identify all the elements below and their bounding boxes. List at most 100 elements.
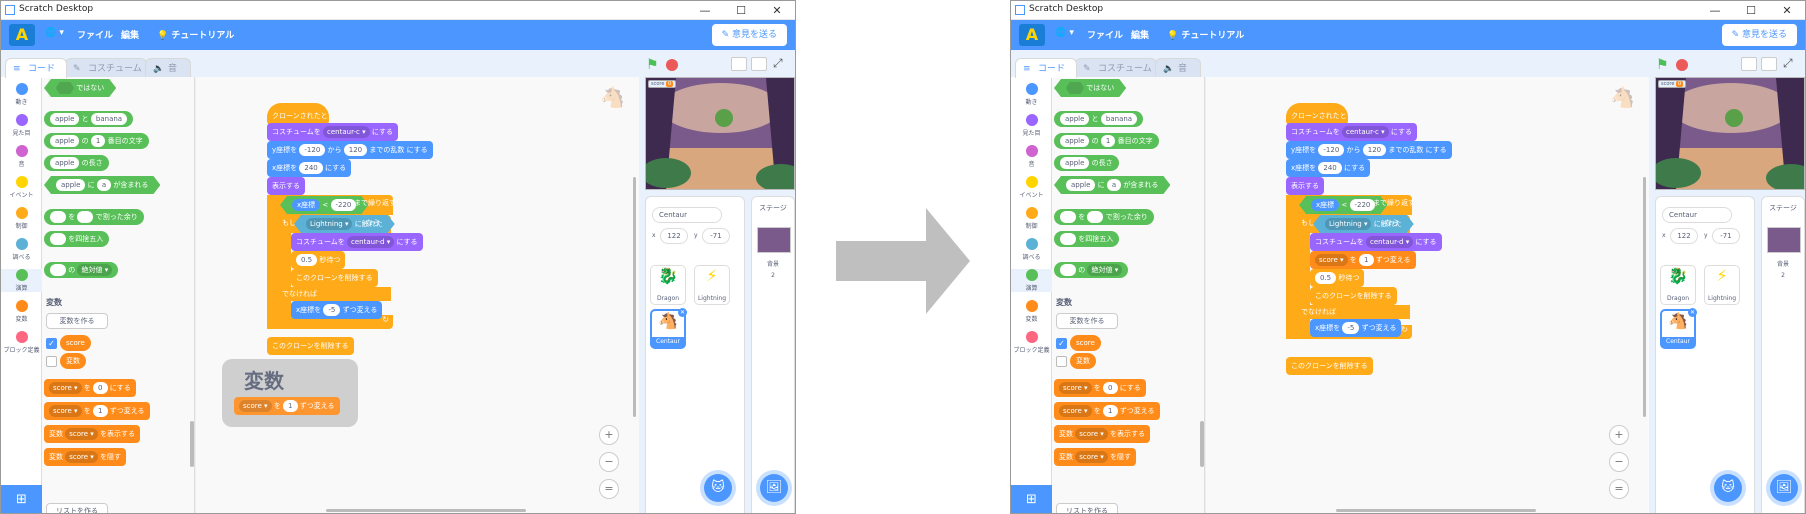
costume1-dropdown[interactable]: centaur-c ▾ [1342, 126, 1389, 138]
score-checkbox[interactable]: ✓ [46, 338, 57, 349]
set-y-random-block[interactable]: y座標を -120 から 120 までの乱数 にする [1286, 141, 1452, 159]
category-variables[interactable]: 変数 [1, 300, 42, 323]
join-arg-b[interactable]: banana [1100, 113, 1138, 125]
join-arg-a[interactable]: apple [50, 113, 80, 125]
category-motion[interactable]: 動き [1011, 83, 1052, 106]
make-list-button[interactable]: リストを作る [46, 503, 108, 513]
category-myblocks[interactable]: ブロック定義 [1, 331, 42, 354]
mod-arg-a[interactable] [1060, 211, 1076, 223]
x-value[interactable]: 240 [1318, 162, 1342, 174]
set-var-dropdown[interactable]: score ▾ [49, 382, 82, 394]
green-flag-icon[interactable]: ⚑ [646, 57, 659, 73]
sprite-thumb-centaur[interactable]: 🐴 Centaur ✕ [1660, 308, 1697, 349]
round-arg[interactable] [1060, 233, 1076, 245]
contains-block[interactable]: apple に a が含まれる [44, 176, 160, 194]
show-block[interactable]: 表示する [267, 177, 305, 195]
sprite-thumb-centaur[interactable]: 🐴 Centaur ✕ [650, 308, 687, 349]
zoom-reset-button[interactable]: = [1609, 479, 1629, 499]
delete-sprite-icon[interactable]: ✕ [1688, 308, 1697, 317]
category-myblocks[interactable]: ブロック定義 [1011, 331, 1052, 354]
set-value[interactable]: 0 [1103, 382, 1118, 394]
drag-var-dropdown[interactable]: score ▾ [239, 400, 272, 412]
set-x-block[interactable]: x座標を 240 にする [267, 159, 352, 177]
length-block[interactable]: apple の長さ [44, 155, 109, 171]
zoom-in-button[interactable]: + [1609, 425, 1629, 445]
large-stage-button[interactable] [1761, 57, 1777, 71]
costume-block-2[interactable]: コスチュームを centaur-d ▾ にする [291, 233, 423, 251]
not-block[interactable]: ではない [44, 79, 116, 97]
close-button[interactable]: ✕ [1769, 1, 1805, 20]
costume1-dropdown[interactable]: centaur-c ▾ [323, 126, 370, 138]
join-arg-b[interactable]: banana [90, 113, 128, 125]
mod-arg-a[interactable] [50, 211, 66, 223]
delete-clone-block-2[interactable]: このクローンを削除する [267, 337, 354, 355]
join-block[interactable]: apple と banana [44, 111, 134, 127]
feedback-button[interactable]: ✎ 意見を送る [1721, 24, 1797, 46]
round-block[interactable]: を四捨五入 [44, 231, 110, 247]
change-variable-block[interactable]: score ▾ を 1 ずつ変える [1054, 402, 1160, 420]
large-stage-button[interactable] [751, 57, 767, 71]
set-x-block[interactable]: x座標を 240 にする [1286, 159, 1371, 177]
tutorials-menu[interactable]: 💡 チュートリアル [157, 28, 234, 41]
backdrop-thumb[interactable] [1767, 227, 1801, 253]
choose-backdrop-button[interactable]: 🖼 [1770, 474, 1798, 502]
chg-var-dropdown[interactable]: score ▾ [1059, 405, 1092, 417]
zoom-reset-button[interactable]: = [599, 479, 619, 499]
workspace-vscroll[interactable] [633, 177, 636, 417]
set-var-dropdown[interactable]: score ▾ [1059, 382, 1092, 394]
category-control[interactable]: 制御 [1011, 207, 1052, 230]
tutorials-menu[interactable]: 💡 チュートリアル [1167, 28, 1244, 41]
abs-arg[interactable] [1060, 264, 1076, 276]
score-checkbox[interactable]: ✓ [1056, 338, 1067, 349]
hide-var-dropdown[interactable]: score ▾ [1075, 451, 1108, 463]
hensu-reporter[interactable]: 変数 [1070, 353, 1096, 369]
wait-block[interactable]: 0.5 秒待つ [1310, 269, 1365, 287]
change-x-block[interactable]: x座標を -5 ずつ変える [291, 301, 383, 319]
letter-index[interactable]: 1 [1100, 135, 1116, 147]
letter-of-block[interactable]: apple の 1 番目の文字 [44, 133, 149, 149]
tab-sounds[interactable]: 🔈 音 [1155, 58, 1201, 78]
sprite-x-input[interactable]: 122 [1670, 228, 1698, 244]
tab-code[interactable]: ≡ コード [1015, 58, 1077, 78]
edit-menu[interactable]: 編集 [1131, 28, 1149, 41]
mod-block[interactable]: を で割った余り [44, 209, 144, 225]
clone-hat-block[interactable]: クローンされたとき [1286, 103, 1348, 146]
file-menu[interactable]: ファイル [77, 28, 113, 41]
lt-value[interactable]: -220 [1350, 199, 1376, 211]
mod-block[interactable]: を で割った余り [1054, 209, 1154, 225]
green-flag-icon[interactable]: ⚑ [1656, 57, 1669, 73]
category-looks[interactable]: 見た目 [1, 114, 42, 137]
sprite-thumb-dragon[interactable]: 🐉 Dragon [650, 265, 686, 305]
show-variable-block[interactable]: 変数 score ▾ を表示する [44, 425, 141, 443]
clone-hat-block[interactable]: クローンされたとき [267, 103, 329, 146]
category-sensing[interactable]: 調べる [1011, 238, 1052, 261]
x-reporter[interactable]: x座標 [1311, 199, 1339, 211]
delete-clone-block-2[interactable]: このクローンを削除する [1286, 357, 1373, 375]
length-arg[interactable]: apple [1060, 157, 1090, 169]
set-variable-block[interactable]: score ▾ を 0 にする [44, 379, 136, 397]
delete-clone-block-1[interactable]: このクローンを削除する [291, 269, 378, 287]
abs-arg[interactable] [50, 264, 66, 276]
y-to[interactable]: 120 [1362, 144, 1387, 156]
contains-arg-b[interactable]: a [1107, 179, 1121, 191]
hensu-checkbox[interactable] [1056, 356, 1067, 367]
chg-score-value[interactable]: 1 [1359, 254, 1374, 266]
wait-block[interactable]: 0.5 秒待つ [291, 251, 346, 269]
make-list-button[interactable]: リストを作る [1056, 503, 1118, 513]
make-variable-button[interactable]: 変数を作る [1056, 313, 1118, 329]
costume-block-1[interactable]: コスチュームを centaur-c ▾ にする [267, 123, 398, 141]
category-operators[interactable]: 演算 [1, 269, 42, 292]
backdrop-thumb[interactable] [757, 227, 791, 253]
language-menu[interactable]: 🌐 ▾ [45, 28, 64, 38]
y-from[interactable]: -120 [299, 144, 326, 156]
sprite-name-input[interactable]: Centaur [652, 207, 722, 223]
y-to[interactable]: 120 [343, 144, 368, 156]
hide-variable-block[interactable]: 変数 score ▾ を隠す [44, 448, 127, 466]
show-var-dropdown[interactable]: score ▾ [65, 428, 98, 440]
add-extension-button[interactable]: ⊞ [1, 485, 42, 513]
round-arg[interactable] [50, 233, 66, 245]
fullscreen-icon[interactable]: ⤢ [1783, 56, 1793, 71]
drag-change-block[interactable]: score ▾ を 1 ずつ変える [234, 397, 340, 415]
letter-of-block[interactable]: apple の 1 番目の文字 [1054, 133, 1159, 149]
costume2-dropdown[interactable]: centaur-d ▾ [347, 236, 395, 248]
